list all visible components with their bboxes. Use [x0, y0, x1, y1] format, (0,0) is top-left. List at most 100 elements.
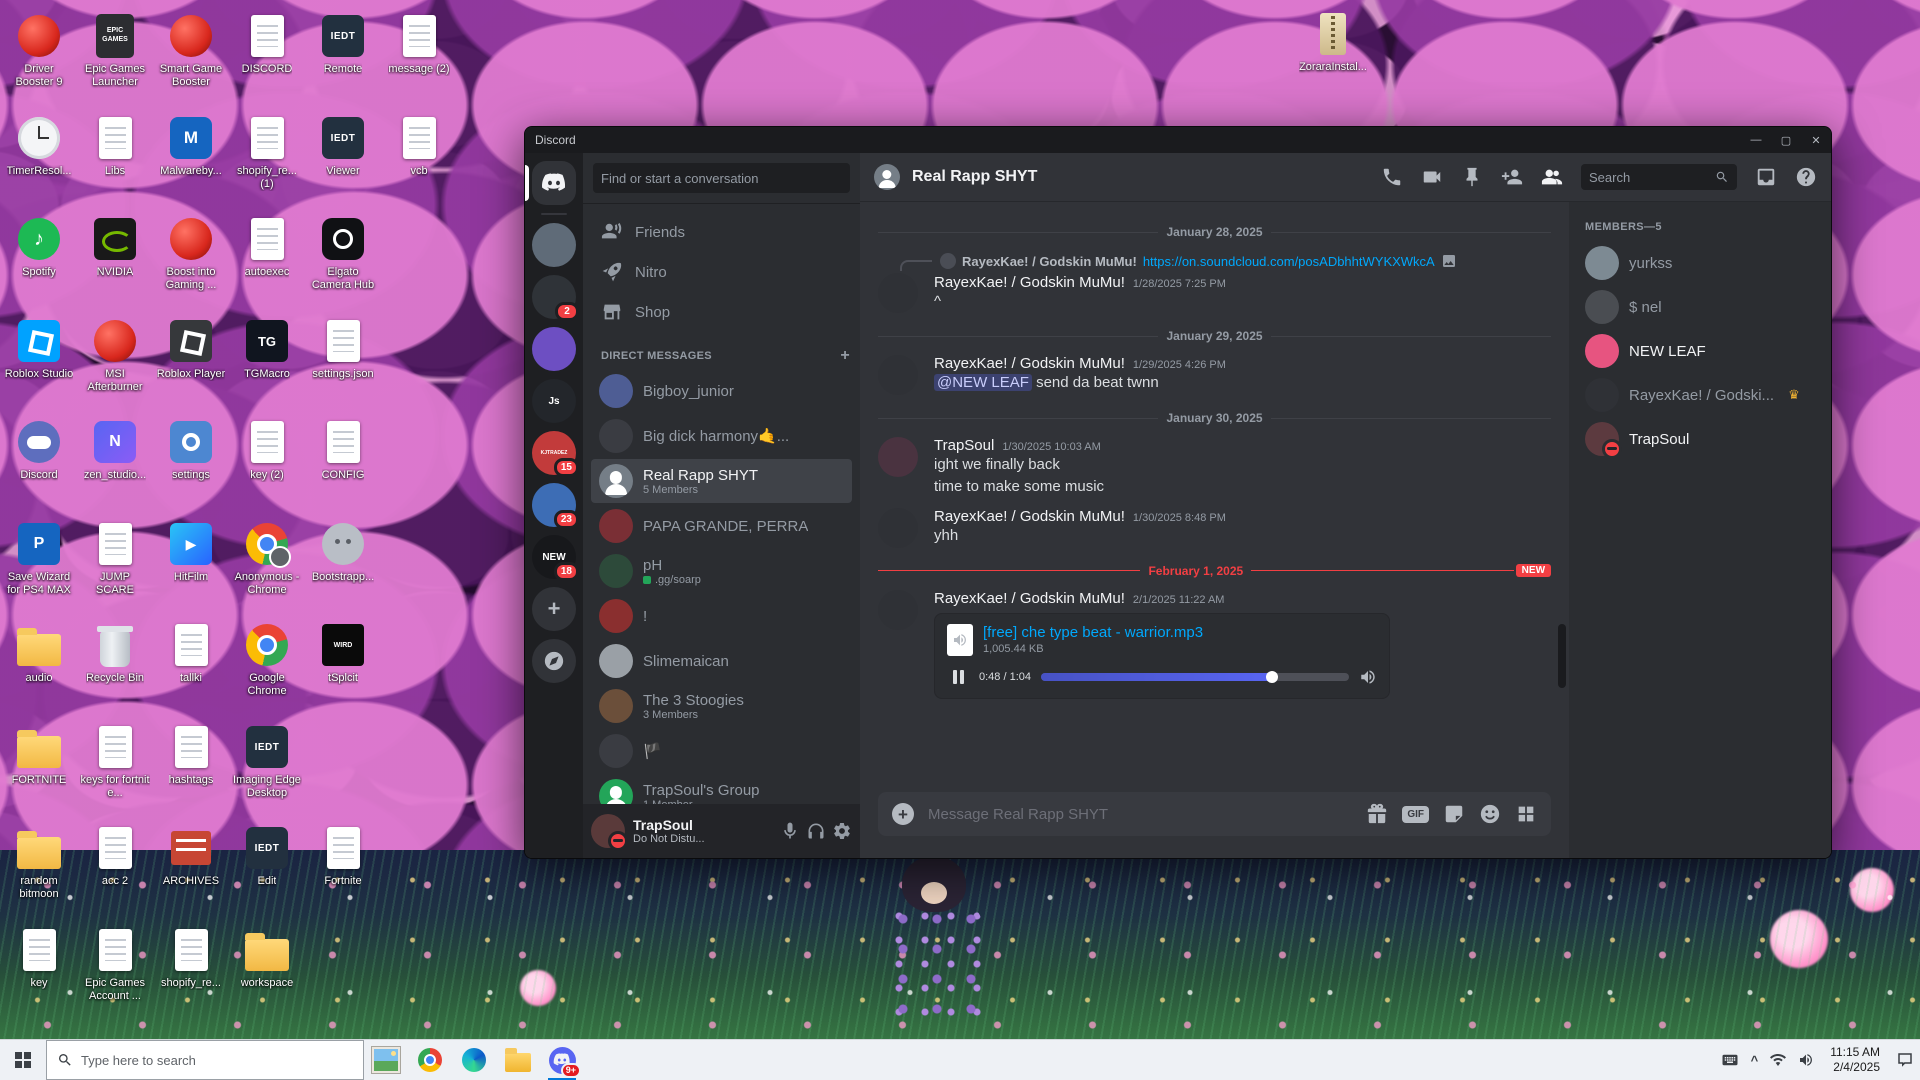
desktop-icon-epic-games-account[interactable]: Epic Games Account ...	[80, 926, 150, 1003]
hidden-icons-caret[interactable]: ^	[1751, 1053, 1759, 1068]
reply-link[interactable]: https://on.soundcloud.com/posADbhhtWYKXW…	[1143, 254, 1435, 269]
desktop-icon-acc-2[interactable]: acc 2	[80, 824, 150, 888]
explore-servers-button[interactable]	[525, 639, 583, 683]
phone-icon[interactable]	[1381, 166, 1403, 188]
desktop-icon-fortnite[interactable]: FORTNITE	[4, 723, 74, 787]
sticker-icon[interactable]	[1443, 803, 1465, 825]
desktop-icon-tgmacro[interactable]: TGTGMacro	[232, 317, 302, 381]
taskbar-search[interactable]: Type here to search	[46, 1040, 364, 1080]
desktop-icon-viewer[interactable]: IEDTViewer	[308, 114, 378, 178]
desktop-icon-settings[interactable]: settings	[156, 418, 226, 482]
dm-item[interactable]: Bigboy_junior	[591, 369, 852, 413]
start-button[interactable]	[0, 1040, 46, 1080]
message-input[interactable]: + Message Real Rapp SHYT GIF	[878, 792, 1551, 836]
dm-item[interactable]: Real Rapp SHYT5 Members	[591, 459, 852, 503]
desktop-icon-zorarainstal[interactable]: ZoraraInstal...	[1298, 10, 1368, 74]
server-icon[interactable]: 2	[525, 275, 583, 319]
member-row[interactable]: RayexKae! / Godski...♛	[1585, 373, 1823, 417]
desktop-icon-elgato-camera-hub[interactable]: Elgato Camera Hub	[308, 215, 378, 292]
help-icon[interactable]	[1795, 166, 1817, 188]
desktop-icon-roblox-studio[interactable]: Roblox Studio	[4, 317, 74, 381]
sidebar-item-nitro[interactable]: Nitro	[591, 253, 852, 291]
desktop-icon-discord[interactable]: Discord	[4, 418, 74, 482]
seek-bar[interactable]	[1041, 673, 1349, 681]
message-avatar[interactable]	[878, 590, 918, 630]
taskbar-clock[interactable]: 11:15 AM 2/4/2025	[1826, 1045, 1884, 1075]
sidebar-item-friends[interactable]: Friends	[591, 213, 852, 251]
desktop-icon-vcb[interactable]: vcb	[384, 114, 454, 178]
message-author[interactable]: RayexKae! / Godskin MuMu!	[934, 590, 1125, 607]
gift-icon[interactable]	[1366, 803, 1388, 825]
desktop-icon-epic-games-launcher[interactable]: EPIC GAMESEpic Games Launcher	[80, 12, 150, 89]
user-avatar[interactable]	[591, 814, 625, 848]
taskbar-chrome-icon[interactable]	[408, 1040, 452, 1080]
reply-context[interactable]: RayexKae! / Godskin MuMu!https://on.soun…	[878, 251, 1551, 271]
desktop-icon-config[interactable]: CONFIG	[308, 418, 378, 482]
dm-item[interactable]: pH.gg/soarp	[591, 549, 852, 593]
attach-plus-icon[interactable]: +	[892, 803, 914, 825]
pin-icon[interactable]	[1461, 166, 1483, 188]
desktop-icon-tsplcit[interactable]: WIRDtSplcit	[308, 621, 378, 685]
desktop-icon-autoexec[interactable]: autoexec	[232, 215, 302, 279]
mic-icon[interactable]	[780, 821, 800, 841]
video-icon[interactable]	[1421, 166, 1443, 188]
desktop-icon-key-2[interactable]: key (2)	[232, 418, 302, 482]
desktop-icon-shopify-re-1[interactable]: shopify_re... (1)	[232, 114, 302, 191]
create-dm-icon[interactable]: +	[840, 347, 850, 365]
message-avatar[interactable]	[878, 437, 918, 477]
member-row[interactable]: NEW LEAF	[1585, 329, 1823, 373]
server-icon[interactable]: NEW18	[525, 535, 583, 579]
server-icon[interactable]: KJTRADEZ15	[525, 431, 583, 475]
message-author[interactable]: TrapSoul	[934, 437, 994, 454]
headphones-icon[interactable]	[806, 821, 826, 841]
dm-item[interactable]: Big dick harmony🤙...	[591, 414, 852, 458]
dm-item[interactable]: The 3 Stoogies3 Members	[591, 684, 852, 728]
desktop-icon-nvidia[interactable]: NVIDIA	[80, 215, 150, 279]
desktop-icon-discord[interactable]: DISCORD	[232, 12, 302, 76]
desktop-icon-msi-afterburner[interactable]: MSI Afterburner	[80, 317, 150, 394]
minimize-button[interactable]: —	[1741, 127, 1771, 153]
dm-item[interactable]: PAPA GRANDE, PERRA	[591, 504, 852, 548]
desktop-icon-audio[interactable]: audio	[4, 621, 74, 685]
desktop-icon-zen-studio[interactable]: Nzen_studio...	[80, 418, 150, 482]
desktop-icon-remote[interactable]: IEDTRemote	[308, 12, 378, 76]
desktop-icon-hitfilm[interactable]: ▶HitFilm	[156, 520, 226, 584]
chat-search[interactable]: Search	[1581, 164, 1737, 190]
keyboard-icon[interactable]	[1721, 1051, 1739, 1069]
desktop-icon-workspace[interactable]: workspace	[232, 926, 302, 990]
action-icon[interactable]	[1896, 1051, 1914, 1069]
desktop-icon-bootstrapp[interactable]: Bootstrapp...	[308, 520, 378, 584]
server-icon[interactable]: 23	[525, 483, 583, 527]
desktop-icon-random-bitmoon[interactable]: random bitmoon	[4, 824, 74, 901]
message-avatar[interactable]	[878, 508, 918, 548]
message-author[interactable]: RayexKae! / Godskin MuMu!	[934, 355, 1125, 372]
desktop-icon-edit[interactable]: IEDTEdit	[232, 824, 302, 888]
people-icon[interactable]	[1541, 166, 1563, 188]
dm-item[interactable]: !	[591, 594, 852, 638]
desktop-icon-google-chrome[interactable]: Google Chrome	[232, 621, 302, 698]
desktop-icon-archives[interactable]: ARCHIVES	[156, 824, 226, 888]
dm-item[interactable]: 🏴	[591, 729, 852, 773]
desktop-icon-libs[interactable]: Libs	[80, 114, 150, 178]
desktop-icon-fortnite[interactable]: Fortnite	[308, 824, 378, 888]
wifi-icon[interactable]	[1770, 1052, 1786, 1068]
desktop-icon-timerresol[interactable]: TimerResol...	[4, 114, 74, 178]
message-avatar[interactable]	[878, 355, 918, 395]
volume-icon[interactable]	[1798, 1052, 1814, 1068]
desktop-icon-tallki[interactable]: tallki	[156, 621, 226, 685]
attachment-filename[interactable]: [free] che type beat - warrior.mp3	[983, 624, 1203, 641]
desktop-icon-malwareby[interactable]: MMalwareby...	[156, 114, 226, 178]
desktop-icon-spotify[interactable]: ♪Spotify	[4, 215, 74, 279]
desktop-icon-keys-for-fortnit-e[interactable]: keys for fortnit e...	[80, 723, 150, 800]
desktop-icon-smart-game-booster[interactable]: Smart Game Booster	[156, 12, 226, 89]
desktop-icon-shopify-re[interactable]: shopify_re...	[156, 926, 226, 990]
desktop-icon-key[interactable]: key	[4, 926, 74, 990]
home-button[interactable]	[525, 161, 583, 205]
user-info[interactable]: TrapSoul Do Not Distu...	[633, 817, 772, 845]
server-icon[interactable]	[525, 327, 583, 371]
chat-scrollbar[interactable]	[1558, 624, 1566, 688]
dm-item[interactable]: Slimemaican	[591, 639, 852, 683]
inbox-icon[interactable]	[1755, 166, 1777, 188]
desktop-icon-jump-scare[interactable]: JUMP SCARE	[80, 520, 150, 597]
taskbar-edge-icon[interactable]	[452, 1040, 496, 1080]
